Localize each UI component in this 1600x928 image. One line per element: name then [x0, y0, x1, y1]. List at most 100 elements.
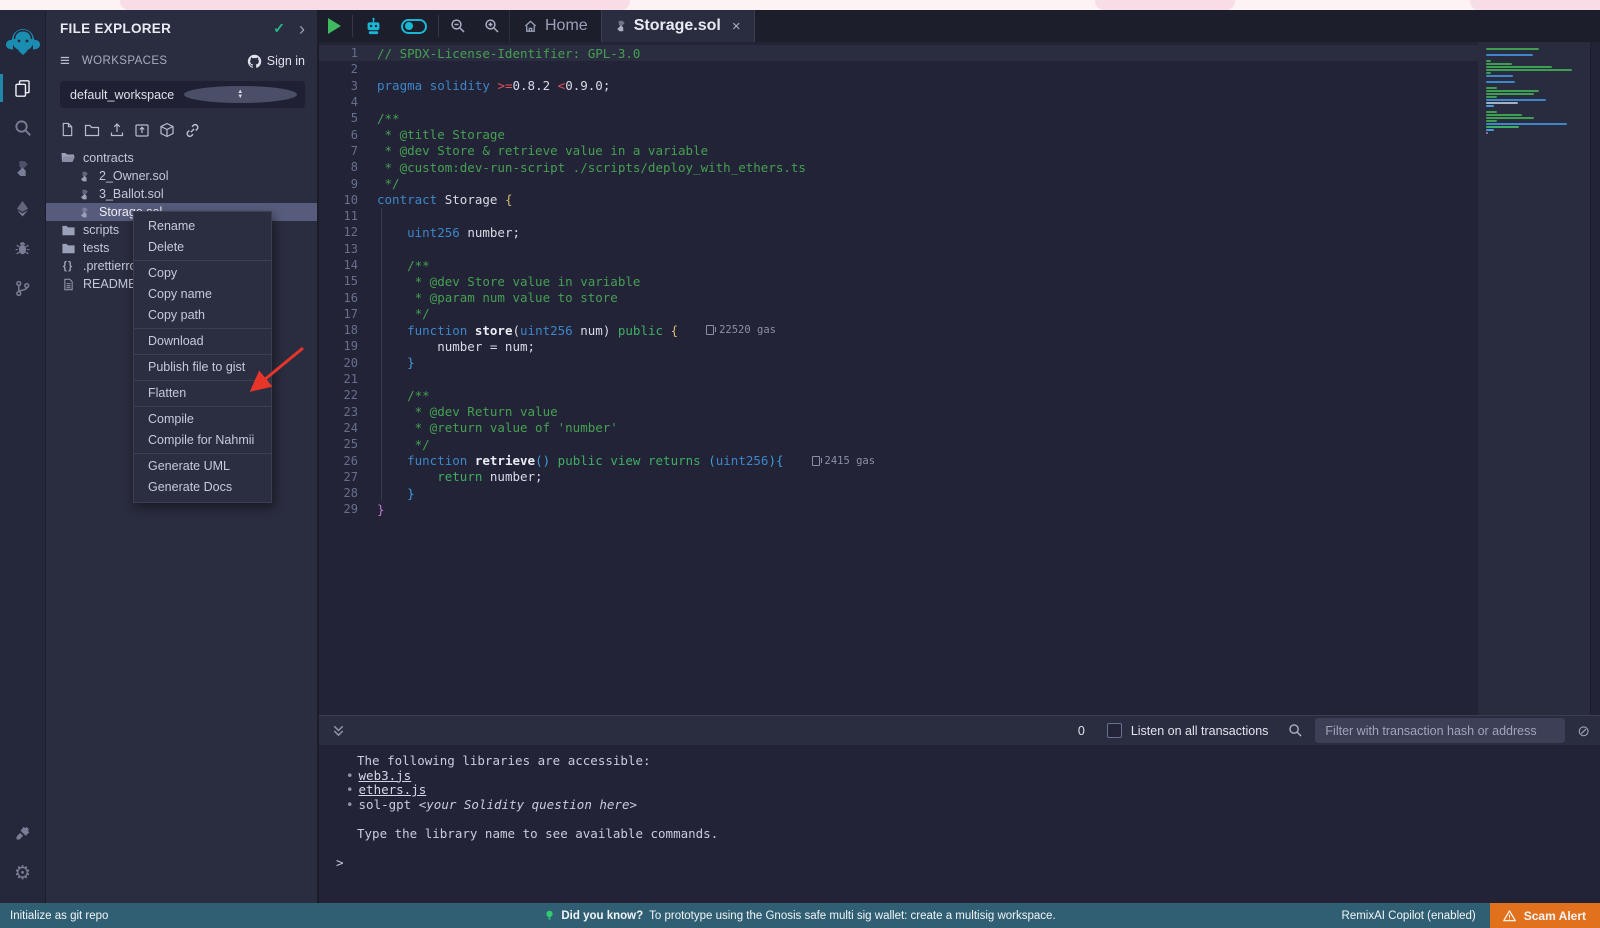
code-area[interactable]: 1// SPDX-License-Identifier: GPL-3.023pr… — [319, 42, 1478, 715]
code-line-25[interactable]: 25 */ — [319, 436, 1478, 452]
sign-in-button[interactable]: Sign in — [247, 54, 305, 69]
tree-item-3-ballot-sol[interactable]: 3_Ballot.sol — [46, 185, 317, 203]
link-icon[interactable] — [184, 122, 201, 139]
minimap-line — [1486, 81, 1515, 83]
code-line-7[interactable]: 7 * @dev Store & retrieve value in a var… — [319, 143, 1478, 159]
code-line-20[interactable]: 20 } — [319, 355, 1478, 371]
code-line-9[interactable]: 9 */ — [319, 175, 1478, 191]
editor-scroll-gutter[interactable] — [1590, 42, 1600, 715]
context-menu-publish-file-to-gist[interactable]: Publish file to gist — [134, 357, 271, 378]
editor-minimap[interactable] — [1478, 42, 1590, 715]
code-line-2[interactable]: 2 — [319, 61, 1478, 77]
context-menu-flatten[interactable]: Flatten — [134, 383, 271, 404]
code-line-18[interactable]: 18 function store(uint256 num) public {2… — [319, 322, 1478, 338]
code-line-26[interactable]: 26 function retrieve() public view retur… — [319, 452, 1478, 468]
code-text: return number; — [377, 469, 543, 484]
tree-item-contracts[interactable]: contracts — [46, 149, 317, 167]
code-line-27[interactable]: 27 return number; — [319, 469, 1478, 485]
terminal-text-line: Type the library name to see available c… — [319, 827, 1600, 842]
context-menu-generate-docs[interactable]: Generate Docs — [134, 477, 271, 498]
deploy-run-icon[interactable] — [0, 188, 46, 228]
context-menu-rename[interactable]: Rename — [134, 216, 271, 237]
code-line-19[interactable]: 19 number = num; — [319, 338, 1478, 354]
debugger-icon[interactable] — [0, 228, 46, 268]
line-number: 29 — [319, 502, 377, 516]
code-line-28[interactable]: 28 } — [319, 485, 1478, 501]
minimap-line — [1486, 54, 1533, 56]
tab-home[interactable]: Home — [509, 10, 601, 42]
code-line-29[interactable]: 29} — [319, 501, 1478, 517]
code-line-4[interactable]: 4 — [319, 94, 1478, 110]
copilot-toggle[interactable] — [392, 10, 436, 42]
run-script-button[interactable] — [319, 10, 350, 42]
terminal-expand-icon[interactable] — [331, 723, 346, 738]
code-line-22[interactable]: 22 /** — [319, 387, 1478, 403]
code-line-8[interactable]: 8 * @custom:dev-run-script ./scripts/dep… — [319, 159, 1478, 175]
code-line-10[interactable]: 10contract Storage { — [319, 192, 1478, 208]
context-menu-download[interactable]: Download — [134, 331, 271, 352]
context-menu-copy-name[interactable]: Copy name — [134, 284, 271, 305]
line-number: 9 — [319, 177, 377, 191]
context-menu-generate-uml[interactable]: Generate UML — [134, 456, 271, 477]
transaction-filter-input[interactable] — [1315, 718, 1565, 743]
terminal-search-icon[interactable] — [1288, 723, 1303, 738]
settings-icon[interactable]: ⚙ — [0, 853, 46, 893]
line-number: 16 — [319, 291, 377, 305]
line-number: 10 — [319, 193, 377, 207]
clear-console-icon[interactable]: ⊘ — [1577, 722, 1590, 740]
chevron-right-icon[interactable]: › — [299, 24, 305, 34]
ai-copilot-button[interactable] — [355, 10, 392, 42]
plugin-manager-icon[interactable] — [0, 813, 46, 853]
workspace-selector[interactable]: default_workspace ▲▼ — [60, 81, 305, 108]
code-line-5[interactable]: 5/** — [319, 110, 1478, 126]
code-line-12[interactable]: 12 uint256 number; — [319, 224, 1478, 240]
new-folder-icon[interactable] — [84, 122, 100, 139]
file-explorer-icon[interactable] — [0, 68, 46, 108]
zoom-in-button[interactable] — [475, 10, 509, 42]
code-line-1[interactable]: 1// SPDX-License-Identifier: GPL-3.0 — [319, 45, 1478, 61]
cube-icon[interactable] — [159, 122, 175, 139]
code-line-6[interactable]: 6 * @title Storage — [319, 126, 1478, 142]
minimap-line — [1486, 102, 1518, 104]
new-file-icon[interactable] — [60, 122, 75, 139]
upload-folder-icon[interactable] — [134, 122, 150, 139]
close-tab-icon[interactable]: × — [732, 18, 741, 35]
context-menu-compile-for-nahmii[interactable]: Compile for Nahmii — [134, 430, 271, 451]
toggle-on-icon — [401, 19, 427, 34]
code-line-21[interactable]: 21 — [319, 371, 1478, 387]
code-line-13[interactable]: 13 — [319, 241, 1478, 257]
code-line-3[interactable]: 3pragma solidity >=0.8.2 <0.9.0; — [319, 78, 1478, 94]
context-menu-copy-path[interactable]: Copy path — [134, 305, 271, 326]
minimap-line — [1486, 48, 1539, 50]
terminal-library-link[interactable]: •web3.js — [319, 769, 1600, 784]
listen-all-transactions-label[interactable]: Listen on all transactions — [1131, 724, 1269, 738]
solidity-compiler-icon[interactable] — [0, 148, 46, 188]
code-line-16[interactable]: 16 * @param num value to store — [319, 289, 1478, 305]
context-menu-delete[interactable]: Delete — [134, 237, 271, 258]
upload-file-icon[interactable] — [109, 122, 125, 139]
code-line-17[interactable]: 17 */ — [319, 306, 1478, 322]
zoom-out-button[interactable] — [441, 10, 475, 42]
workspaces-menu-icon[interactable]: ≡ — [60, 51, 70, 71]
terminal-library-link[interactable]: •ethers.js — [319, 783, 1600, 798]
code-line-24[interactable]: 24 * @return value of 'number' — [319, 420, 1478, 436]
remix-ide-window: ⚙ FILE EXPLORER ✓ › ≡ WORKSPACES Sign in… — [0, 0, 1600, 928]
context-menu-copy[interactable]: Copy — [134, 263, 271, 284]
code-text: number = num; — [377, 339, 535, 354]
terminal-prompt[interactable]: > — [319, 856, 1600, 871]
remix-logo-icon[interactable] — [0, 16, 46, 68]
tip-title: Did you know? — [561, 910, 643, 922]
code-line-15[interactable]: 15 * @dev Store value in variable — [319, 273, 1478, 289]
code-line-23[interactable]: 23 * @dev Return value — [319, 404, 1478, 420]
git-icon[interactable] — [0, 268, 46, 308]
tree-item-label: tests — [83, 241, 109, 255]
tree-item-2-owner-sol[interactable]: 2_Owner.sol — [46, 167, 317, 185]
play-icon — [328, 18, 341, 34]
code-line-14[interactable]: 14 /** — [319, 257, 1478, 273]
context-menu-compile[interactable]: Compile — [134, 409, 271, 430]
code-line-11[interactable]: 11 — [319, 208, 1478, 224]
search-icon[interactable] — [0, 108, 46, 148]
terminal-output[interactable]: The following libraries are accessible:•… — [319, 745, 1600, 903]
listen-all-transactions-checkbox[interactable] — [1107, 723, 1122, 738]
tab-storage-sol[interactable]: Storage.sol × — [601, 10, 755, 42]
